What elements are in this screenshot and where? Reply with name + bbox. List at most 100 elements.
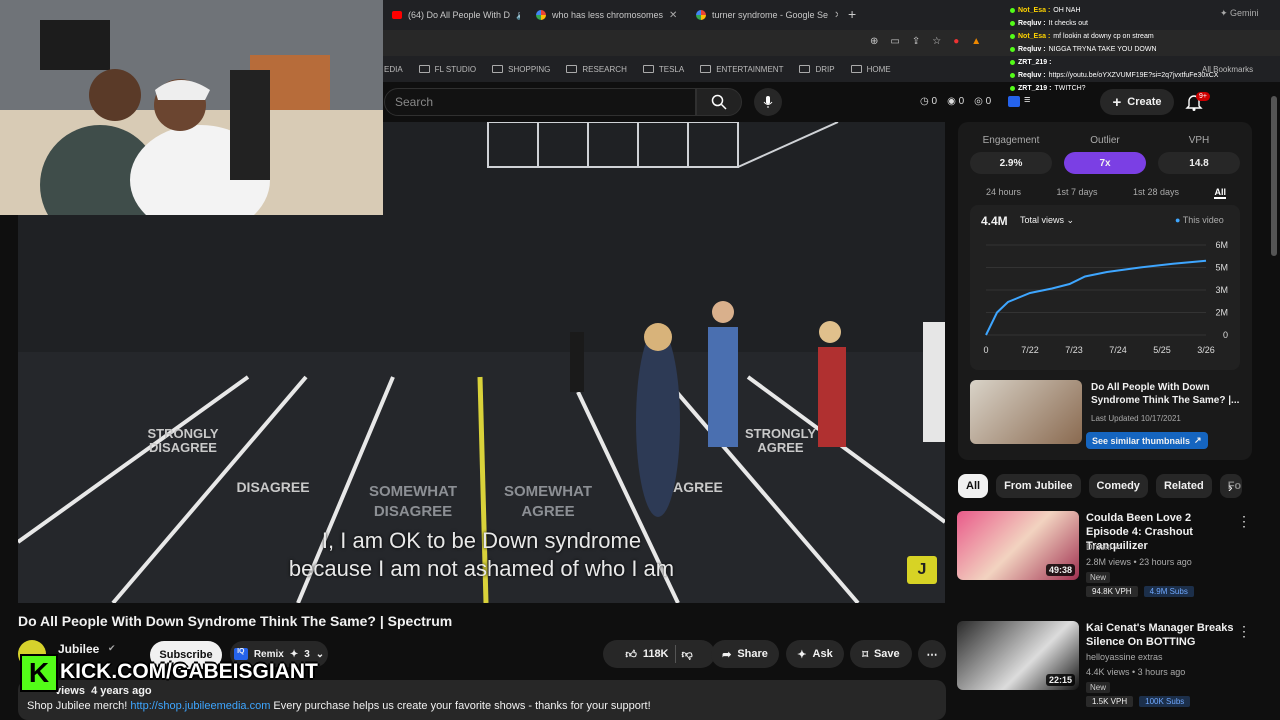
google-icon (536, 10, 546, 20)
cast-icon[interactable]: ▭ (890, 36, 899, 47)
folder-icon (566, 65, 578, 73)
x-tick-label: 5/25 (1153, 345, 1171, 355)
chevron-right-icon[interactable]: › (1228, 479, 1233, 495)
thumbs-up-icon: 👍︎ (625, 648, 637, 661)
search-input[interactable]: Search (384, 88, 696, 116)
bookmark-item[interactable]: SHOPPING (492, 65, 550, 74)
range-tab[interactable]: 24 hours (986, 187, 1021, 199)
extension-icon[interactable] (1008, 96, 1020, 107)
chat-text: TWITCH? (1054, 85, 1086, 92)
close-icon[interactable]: ✕ (669, 10, 677, 21)
metric-value: 14.8 (1158, 152, 1240, 174)
chat-message: Not_Esa : mf lookin at downy cp on stream (1010, 30, 1280, 43)
video-duration: 49:38 (1045, 564, 1075, 576)
stat-item: ◉ 0 (947, 96, 965, 107)
extension-icon[interactable]: ▲ (971, 36, 981, 47)
new-badge: New (1086, 572, 1111, 583)
rec-meta: 4.4K views • 3 hours ago (1086, 667, 1186, 677)
thumbs-down-icon: 👎︎ (681, 648, 693, 661)
share-label: Share (737, 648, 768, 660)
merch-link[interactable]: http://shop.jubileemedia.com (130, 700, 270, 712)
range-tab[interactable]: 1st 7 days (1056, 187, 1097, 199)
range-tab[interactable]: 1st 28 days (1133, 187, 1179, 199)
plus-icon: + (1112, 93, 1122, 111)
voice-search-button[interactable] (754, 88, 782, 116)
stat-value: 0 (985, 96, 992, 107)
chart-legend: ● This video (1175, 215, 1224, 225)
bookmark-item[interactable]: FL STUDIO (418, 65, 476, 74)
folder-icon (492, 65, 504, 73)
extension-icon[interactable]: ● (953, 36, 959, 47)
chip-all[interactable]: All (958, 474, 989, 498)
range-tabs: 24 hours 1st 7 days 1st 28 days All (986, 187, 1226, 199)
menu-icon[interactable]: ≡ (1024, 94, 1030, 106)
chip-from-jubilee[interactable]: From Jubilee (996, 474, 1081, 498)
chat-text: mf lookin at downy cp on stream (1053, 33, 1154, 40)
bookmark-label: DRIP (815, 64, 835, 74)
kick-url: KICK.COM/GABEISGIANT (60, 660, 318, 683)
metric-value: 2.9% (970, 152, 1052, 174)
bookmark-item[interactable]: ENTERTAINMENT (700, 65, 783, 74)
video-thumbnail[interactable]: 49:38 (957, 511, 1079, 580)
new-tab-button[interactable]: + (848, 6, 856, 22)
filter-chips: All From Jubilee Comedy Related Fo (958, 474, 1242, 498)
verified-icon: ✔ (1114, 542, 1122, 552)
chat-username: Reqluv : (1018, 20, 1046, 27)
tab-google-2[interactable]: turner syndrome - Google Se ✕ (688, 4, 838, 26)
chat-text: https://youtu.be/oYXZVUMF19E?si=2q7jvxtf… (1048, 72, 1219, 79)
series-line (985, 259, 1207, 336)
folder-icon (418, 65, 430, 73)
views-chart: 6M 5M 3M 2M 0 0 7/22 7/23 7/24 5/25 3/26 (983, 240, 1228, 355)
tab-google-1[interactable]: who has less chromosomes ✕ (528, 4, 678, 26)
y-tick-label: 5M (1215, 263, 1228, 273)
star-icon[interactable]: ☆ (932, 36, 941, 47)
zone-label: DISAGREE (236, 479, 310, 495)
subs-badge: 100K Subs (1139, 696, 1191, 707)
related-thumbnail[interactable] (970, 380, 1082, 444)
rec-channel: helloyassine extras (1086, 652, 1163, 662)
badge-icon (1010, 21, 1015, 26)
more-vert-icon[interactable]: ⋮ (1237, 513, 1251, 530)
recommendation-item[interactable]: 22:15 Kai Cenat's Manager Breaks Silence… (957, 621, 1257, 707)
save-label: Save (873, 648, 900, 660)
chip-comedy[interactable]: Comedy (1088, 474, 1148, 498)
related-video-card[interactable]: Do All People With Down Syndrome Think T… (970, 378, 1240, 449)
more-button[interactable]: ⋯ (918, 640, 946, 668)
share-icon[interactable]: ⇪ (912, 36, 920, 47)
tab-youtube[interactable]: (64) Do All People With D 🔊 ✕ (384, 4, 520, 26)
share-button[interactable]: ➦ Share (711, 640, 779, 668)
bookmark-item[interactable]: EDIA (384, 65, 403, 74)
bookmark-item[interactable]: TESLA (642, 65, 684, 74)
like-dislike-group: 👍︎ 118K 👎︎ (603, 640, 715, 668)
metric-select[interactable]: Total views ⌄ (1020, 215, 1074, 226)
bookmark-item[interactable]: DRIP (799, 64, 835, 74)
chip-related[interactable]: Related (1155, 474, 1212, 498)
chat-username: ZRT_219 : (1018, 59, 1052, 66)
webcam-scene (0, 0, 383, 215)
range-tab[interactable]: All (1214, 187, 1226, 199)
zoom-icon[interactable]: ⊕ (870, 36, 878, 47)
similar-thumbnails-button[interactable]: See similar thumbnails ↗ (1086, 432, 1208, 449)
chat-message: Not_Esa : OH NAH (1010, 4, 1280, 17)
recommendation-item[interactable]: 49:38 Coulda Been Love 2 Episode 4: Cras… (957, 511, 1257, 597)
zone-label: STRONGLY AGREE (744, 426, 817, 455)
save-button[interactable]: ⌑ Save (850, 640, 912, 668)
bookmark-item[interactable]: RESEARCH (566, 65, 627, 74)
like-count: 118K (642, 648, 669, 660)
more-vert-icon[interactable]: ⋮ (1237, 623, 1251, 640)
ask-button[interactable]: ✦ Ask (786, 640, 844, 668)
y-tick-label: 0 (1223, 330, 1228, 340)
bookmark-item[interactable]: HOME (850, 65, 891, 74)
stat-value: 0 (931, 96, 938, 107)
close-icon[interactable]: ✕ (834, 10, 838, 21)
like-button[interactable]: 👍︎ 118K (625, 648, 668, 661)
video-thumbnail[interactable]: 22:15 (957, 621, 1079, 690)
folder-icon (799, 65, 811, 73)
chat-message: Reqluv : NIGGA TRYNA TAKE YOU DOWN (1010, 43, 1280, 56)
search-button[interactable] (696, 88, 742, 116)
scrollbar[interactable] (1271, 96, 1277, 256)
subs-badge: 4.9M Subs (1143, 586, 1194, 597)
tab-title: (64) Do All People With D (408, 10, 511, 20)
chat-username: Not_Esa : (1018, 33, 1051, 40)
dislike-button[interactable]: 👎︎ (682, 648, 693, 661)
